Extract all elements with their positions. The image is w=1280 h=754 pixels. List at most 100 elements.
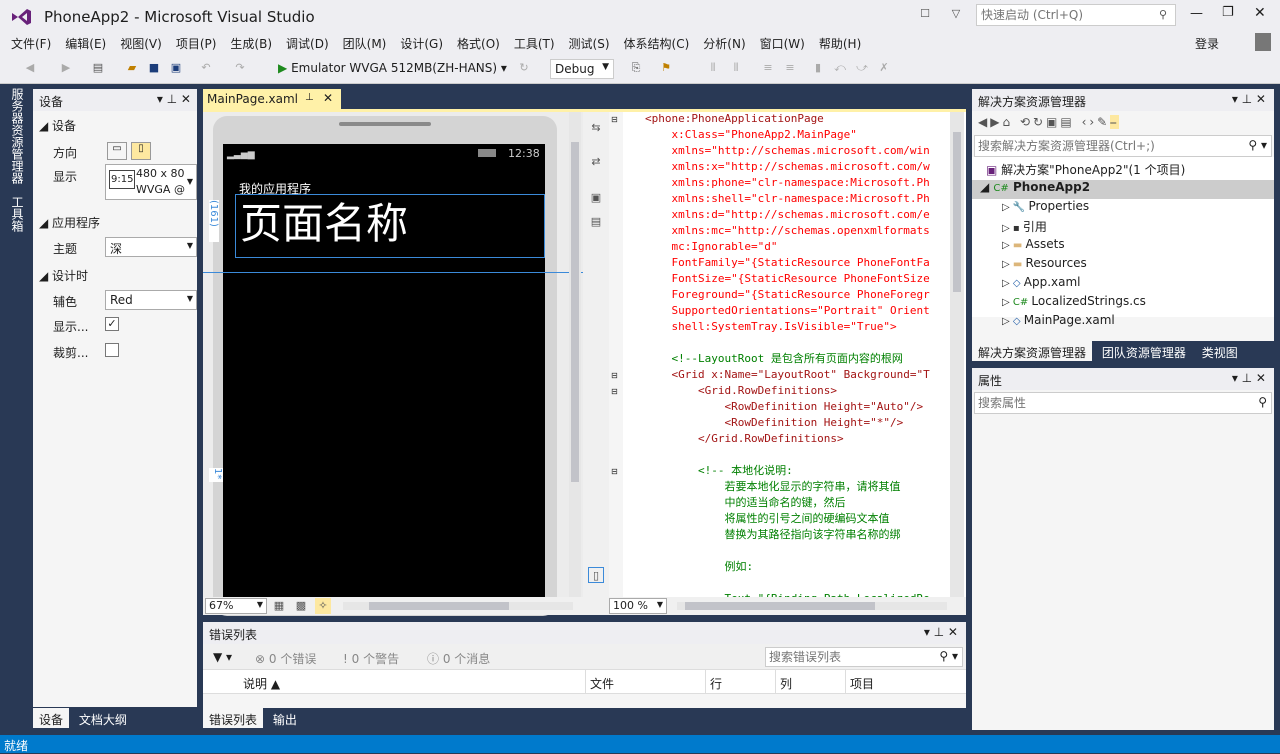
- clip-checkbox[interactable]: [105, 343, 119, 357]
- col-project[interactable]: 项目: [845, 670, 878, 694]
- designer-vscroll-thumb[interactable]: [571, 142, 579, 482]
- menu-item-10[interactable]: 测试(S): [562, 32, 617, 55]
- display-select[interactable]: 9:15 480 x 80 WVGA @ ▼: [105, 164, 197, 200]
- tree-project[interactable]: ◢ C# PhoneApp2: [972, 180, 1274, 199]
- bookmark-prev-icon[interactable]: ⤺: [832, 60, 848, 76]
- designer-hscroll-thumb[interactable]: [369, 602, 509, 610]
- close-tab-icon[interactable]: ✕: [323, 91, 333, 105]
- refresh-icon[interactable]: ↻: [1033, 115, 1046, 129]
- solution-search-input[interactable]: [978, 137, 1238, 155]
- accent-select[interactable]: Red ▼: [105, 290, 197, 310]
- menu-item-7[interactable]: 设计(G): [393, 32, 450, 55]
- expand-pane-icon[interactable]: ▤: [588, 214, 604, 230]
- code-icon[interactable]: ‹›: [1082, 115, 1098, 129]
- menu-item-1[interactable]: 编辑(E): [58, 32, 113, 55]
- tree-item[interactable]: ▷ ▬ Assets: [972, 237, 1274, 256]
- search-icon[interactable]: ⚲: [1258, 395, 1267, 409]
- tree-item[interactable]: ▷ ▪ 引用: [972, 218, 1274, 237]
- theme-select[interactable]: 深 ▼: [105, 237, 197, 257]
- col-file[interactable]: 文件: [585, 670, 618, 694]
- section-app[interactable]: ◢ 应用程序: [39, 214, 191, 231]
- panel-controls[interactable]: ▾ ⊥ ✕: [924, 625, 958, 639]
- tab-error-list[interactable]: 错误列表: [203, 708, 264, 728]
- tree-item[interactable]: ▷ ◇ MainPage.xaml: [972, 313, 1274, 332]
- close-button[interactable]: ✕: [1254, 5, 1266, 21]
- tree-solution-root[interactable]: ▣ 解决方案"PhoneApp2"(1 个项目): [972, 161, 1274, 180]
- panel-controls[interactable]: ▾ ⊥ ✕: [1232, 92, 1266, 106]
- expand-icon[interactable]: ▷: [1002, 316, 1013, 327]
- tree-item[interactable]: ▷ 🔧 Properties: [972, 199, 1274, 218]
- row-marker-auto[interactable]: (161): [208, 200, 219, 242]
- home-icon[interactable]: ⌂: [1002, 115, 1013, 129]
- solution-search[interactable]: ⚲ ▾: [974, 135, 1272, 157]
- designer-hscroll[interactable]: [343, 602, 573, 610]
- refresh-icon[interactable]: ↻: [516, 60, 532, 76]
- menu-item-2[interactable]: 视图(V): [113, 32, 169, 55]
- back-icon[interactable]: ◀: [22, 60, 38, 76]
- collapse-icon[interactable]: ⊟: [611, 467, 618, 476]
- tab-output[interactable]: 输出: [267, 708, 303, 728]
- undo-icon[interactable]: ↶: [198, 60, 214, 76]
- section-device[interactable]: ◢ 设备: [39, 117, 191, 134]
- outdent-icon[interactable]: ≡: [782, 60, 798, 76]
- bookmark-clear-icon[interactable]: ✗: [876, 60, 892, 76]
- quick-launch-input[interactable]: [981, 6, 1151, 24]
- collapse-pane-icon[interactable]: ▣: [588, 190, 604, 206]
- attach-icon[interactable]: ⎘: [628, 60, 644, 76]
- menu-item-8[interactable]: 格式(O): [450, 32, 507, 55]
- back-icon[interactable]: ◀: [978, 115, 990, 129]
- tab-solution-explorer[interactable]: 解决方案资源管理器: [972, 341, 1093, 361]
- indent-icon[interactable]: ≡: [760, 60, 776, 76]
- panel-controls[interactable]: ▾ ⊥ ✕: [157, 92, 191, 106]
- landscape-icon[interactable]: ▭: [107, 142, 127, 160]
- redo-icon[interactable]: ↷: [232, 60, 248, 76]
- menu-item-11[interactable]: 体系结构(C): [617, 32, 697, 55]
- xml-vscroll-thumb[interactable]: [953, 132, 961, 292]
- xml-hscroll-thumb[interactable]: [685, 602, 875, 610]
- tab-class-view[interactable]: 类视图: [1196, 341, 1244, 361]
- messages-filter[interactable]: ⓘ 0 个消息: [427, 650, 490, 667]
- menu-item-13[interactable]: 窗口(W): [753, 32, 812, 55]
- expand-icon[interactable]: ▷: [1002, 259, 1013, 270]
- align-icon[interactable]: ⫴: [705, 60, 721, 76]
- forward-icon[interactable]: ▶: [990, 115, 1002, 129]
- config-select[interactable]: Debug ▼: [550, 59, 614, 79]
- show-all-icon[interactable]: ▤: [1060, 115, 1074, 129]
- restore-button[interactable]: ❐: [1222, 5, 1234, 20]
- search-icon[interactable]: ⚲ ▾: [939, 649, 958, 663]
- split-vertical-icon[interactable]: ⇄: [588, 154, 604, 170]
- side-tab-server-explorer[interactable]: 服务器资源管理器: [6, 88, 26, 184]
- pin-icon[interactable]: ⊥: [305, 92, 314, 103]
- collapse-all-icon[interactable]: ▣: [1046, 115, 1060, 129]
- menu-item-3[interactable]: 项目(P): [169, 32, 224, 55]
- user-avatar[interactable]: [1255, 33, 1271, 51]
- minimize-button[interactable]: —: [1190, 6, 1203, 21]
- signin-link[interactable]: 登录: [1195, 35, 1219, 52]
- save-all-icon[interactable]: ▣: [168, 60, 184, 76]
- expand-icon[interactable]: ▷: [1002, 297, 1013, 308]
- panel-controls[interactable]: ▾ ⊥ ✕: [1232, 371, 1266, 385]
- snap-grid-icon[interactable]: ▩: [293, 598, 309, 614]
- snap-lines-icon[interactable]: ✧: [315, 598, 331, 614]
- filter-icon[interactable]: ▽: [948, 6, 964, 22]
- xml-editor[interactable]: ⊟ ⊟ ⊟ ⊟ <phone:PhoneApplicationPage x:Cl…: [609, 112, 966, 597]
- designer-vscroll[interactable]: [569, 112, 581, 597]
- xml-zoom-select[interactable]: 100 % ▼: [609, 598, 667, 614]
- col-description[interactable]: 说明 ▲: [243, 675, 280, 692]
- quick-launch[interactable]: ⚲: [976, 4, 1176, 26]
- xml-vscroll[interactable]: [950, 112, 964, 597]
- menu-item-5[interactable]: 调试(D): [279, 32, 336, 55]
- expand-icon[interactable]: ▷: [1002, 202, 1013, 213]
- collapse-icon[interactable]: ⊟: [611, 387, 618, 396]
- collapse-icon[interactable]: ⊟: [611, 115, 618, 124]
- save-icon[interactable]: ■: [146, 60, 162, 76]
- menu-item-12[interactable]: 分析(N): [696, 32, 752, 55]
- row-marker-star[interactable]: 1*: [209, 468, 223, 482]
- search-icon[interactable]: ⚲: [1155, 7, 1171, 23]
- properties-search[interactable]: ⚲: [974, 392, 1272, 414]
- filter-icon[interactable]: ▼ ▾: [213, 650, 232, 664]
- tab-mainpage-xaml[interactable]: MainPage.xaml ⊥ ✕: [203, 89, 341, 109]
- xml-hscroll[interactable]: [677, 602, 947, 610]
- side-tab-toolbox[interactable]: 工具箱: [6, 196, 26, 232]
- tree-item[interactable]: ▷ ◇ App.xaml: [972, 275, 1274, 294]
